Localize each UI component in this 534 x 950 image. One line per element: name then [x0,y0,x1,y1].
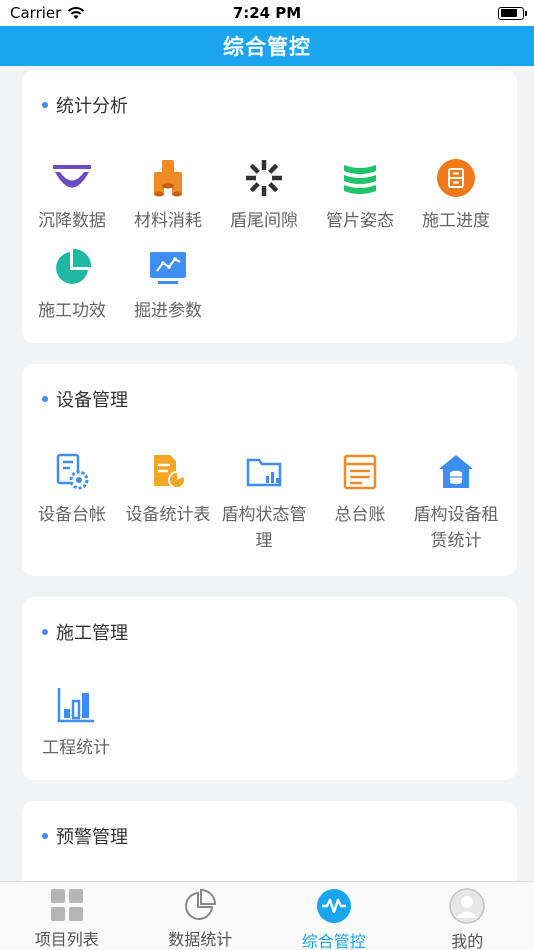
bowl-icon [50,156,94,200]
carrier-label: Carrier [10,4,62,22]
construction-card: 施工管理 工程统计 [22,597,517,780]
warning-card: 预警管理 [22,801,517,881]
stats-item-settlement[interactable]: 沉降数据 [24,156,120,234]
progress-icon [434,156,478,200]
house-coins-icon [434,450,478,494]
stats-item-segment-attitude[interactable]: 管片姿态 [312,156,408,234]
stats-item-progress[interactable]: 施工进度 [408,156,504,234]
main-content[interactable]: 统计分析 沉降数据 材料消耗 盾尾间隙 管片姿态 施工进度 施工功效 掘进参数 … [0,66,534,881]
section-title: 施工管理 [42,619,128,645]
construction-item-project-stats[interactable]: 工程统计 [28,683,124,761]
tab-bar: 项目列表 数据统计 综合管控 我的 [0,881,534,950]
rings-icon [338,156,382,200]
equipment-item-shield-lease[interactable]: 盾构设备租赁统计 [408,450,504,554]
equipment-item-device-stats[interactable]: 设备统计表 [120,450,216,528]
equipment-item-device-ledger[interactable]: 设备台帐 [24,450,120,528]
tab-mine[interactable]: 我的 [401,882,534,950]
monitor-chart-icon [146,246,190,290]
section-title: 设备管理 [42,386,128,412]
tab-data-stats[interactable]: 数据统计 [134,882,268,950]
section-title: 预警管理 [42,823,128,849]
device-stats-icon [146,450,190,494]
tab-project-list[interactable]: 项目列表 [0,882,134,950]
aperture-icon [242,156,286,200]
pie-outline-icon [181,888,219,922]
tab-integrated-control[interactable]: 综合管控 [267,882,401,950]
equipment-item-general-ledger[interactable]: 总台账 [312,450,408,528]
page-title: 综合管控 [223,35,311,59]
pipes-icon [146,156,190,200]
battery-icon [498,6,527,20]
stats-item-tail-gap[interactable]: 盾尾间隙 [216,156,312,234]
section-title: 统计分析 [42,92,128,118]
stats-item-efficiency[interactable]: 施工功效 [24,246,120,324]
user-icon [448,888,486,924]
stats-item-excavation-params[interactable]: 掘进参数 [120,246,216,324]
status-bar: Carrier 7:24 PM [0,0,534,26]
wifi-icon [68,7,85,19]
stats-card: 统计分析 沉降数据 材料消耗 盾尾间隙 管片姿态 施工进度 施工功效 掘进参数 [22,70,517,343]
ledger-icon [338,450,382,494]
folder-chart-icon [242,450,286,494]
equipment-card: 设备管理 设备台帐 设备统计表 盾构状态管理 总台账 盾构设备租赁统计 [22,364,517,576]
bar-chart-icon [54,683,98,727]
nav-bar: 综合管控 [0,26,534,66]
stats-item-material[interactable]: 材料消耗 [120,156,216,234]
device-ledger-icon [50,450,94,494]
wave-icon [315,888,353,924]
equipment-item-shield-status[interactable]: 盾构状态管理 [216,450,312,554]
pie-icon [50,246,94,290]
grid-icon [48,888,86,922]
